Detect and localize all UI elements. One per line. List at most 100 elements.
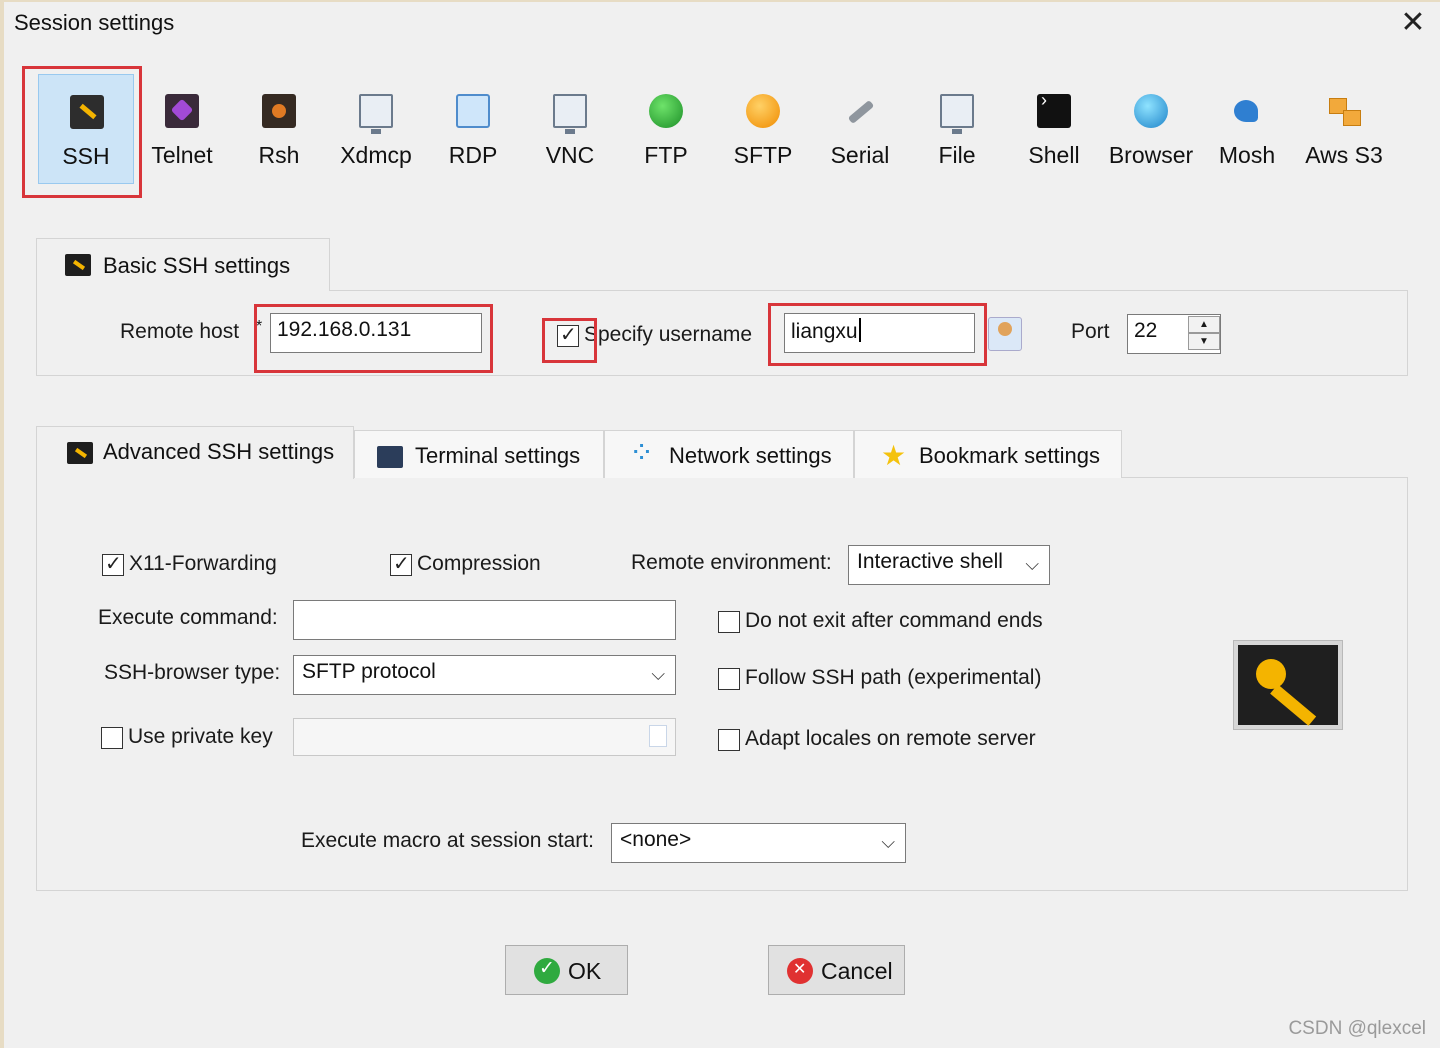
session-type-vnc[interactable]: VNC <box>522 74 618 184</box>
session-settings-dialog: Session settings ✕ SSH Telnet Rsh Xdmcp … <box>0 0 1440 1048</box>
session-type-label: Xdmcp <box>340 142 412 168</box>
remote-environment-select[interactable]: Interactive shell ⌵ <box>848 545 1050 585</box>
ssh-browser-type-value: SFTP protocol <box>302 660 436 683</box>
cancel-label: Cancel <box>821 958 893 984</box>
follow-ssh-path-label: Follow SSH path (experimental) <box>745 666 1042 689</box>
tab-advanced-ssh-settings[interactable]: Advanced SSH settings <box>36 426 354 479</box>
xdmcp-monitor-icon <box>359 94 393 134</box>
session-type-label: Shell <box>1028 142 1080 168</box>
session-type-rdp[interactable]: RDP <box>425 74 521 184</box>
ssh-browser-type-select[interactable]: SFTP protocol ⌵ <box>293 655 676 695</box>
ok-button[interactable]: OK <box>505 945 628 995</box>
tab-label: Bookmark settings <box>919 443 1100 468</box>
session-type-shell[interactable]: Shell <box>1006 74 1102 184</box>
rdp-monitor-icon <box>456 94 490 128</box>
session-type-label: SFTP <box>733 142 793 168</box>
use-private-key-label: Use private key <box>128 725 273 748</box>
session-type-sftp[interactable]: SFTP <box>715 74 811 184</box>
file-monitor-icon <box>940 94 974 134</box>
execute-macro-label: Execute macro at session start: <box>301 829 594 852</box>
session-type-label: Aws S3 <box>1305 142 1383 168</box>
x11-forwarding-label: X11-Forwarding <box>129 552 277 575</box>
required-mark: * <box>256 318 263 335</box>
aws-boxes-icon <box>1327 94 1361 128</box>
session-type-label: VNC <box>545 142 595 168</box>
tab-label: Advanced SSH settings <box>103 439 335 464</box>
execute-macro-select[interactable]: <none> ⌵ <box>611 823 906 863</box>
text-cursor <box>858 318 861 342</box>
telnet-icon <box>165 94 199 128</box>
session-type-ssh[interactable]: SSH <box>38 74 134 184</box>
session-type-label: RDP <box>448 142 498 168</box>
x11-forwarding-checkbox[interactable] <box>102 551 124 576</box>
spin-down-icon[interactable]: ▼ <box>1188 333 1220 350</box>
tab-terminal-settings[interactable]: Terminal settings <box>354 430 604 478</box>
session-type-label: File <box>938 142 976 168</box>
file-browse-icon[interactable] <box>649 725 667 747</box>
session-type-label: FTP <box>644 142 688 168</box>
follow-ssh-path-checkbox[interactable] <box>718 668 740 690</box>
ssh-key-icon <box>70 95 104 129</box>
session-type-label: Telnet <box>151 142 213 168</box>
close-button[interactable]: ✕ <box>1394 6 1432 42</box>
session-type-serial[interactable]: Serial <box>812 74 908 184</box>
chevron-down-icon: ⌵ <box>881 832 895 852</box>
watermark-text: CSDN @qlexcel <box>1288 1018 1426 1039</box>
session-type-telnet[interactable]: Telnet <box>134 74 230 184</box>
chevron-down-icon: ⌵ <box>1025 554 1039 574</box>
execute-command-label: Execute command: <box>98 606 278 629</box>
network-icon <box>629 436 655 471</box>
session-type-file[interactable]: File <box>909 74 1005 184</box>
session-type-label: Browser <box>1108 142 1194 168</box>
ssh-key-large-icon <box>1234 641 1342 729</box>
session-type-label: Serial <box>830 142 890 168</box>
rsh-icon <box>262 94 296 128</box>
execute-macro-value: <none> <box>620 828 692 851</box>
tab-basic-ssh-settings[interactable]: Basic SSH settings <box>36 238 330 291</box>
ok-label: OK <box>568 958 602 984</box>
ssh-browser-type-label: SSH-browser type: <box>104 661 281 684</box>
terminal-icon <box>377 446 403 468</box>
key-shaft-shape <box>1270 684 1317 726</box>
tab-bookmark-settings[interactable]: Bookmark settings <box>854 430 1122 478</box>
execute-command-input[interactable] <box>293 600 676 640</box>
tab-label: Terminal settings <box>415 443 581 468</box>
remote-host-input[interactable]: 192.168.0.131 <box>270 313 482 353</box>
username-value: liangxu <box>791 320 858 343</box>
tab-label: Network settings <box>669 443 832 468</box>
do-not-exit-label: Do not exit after command ends <box>745 609 1043 632</box>
adapt-locales-checkbox[interactable] <box>718 729 740 751</box>
user-picker-icon[interactable] <box>988 317 1022 351</box>
key-head-shape <box>1256 659 1286 689</box>
session-type-aws-s3[interactable]: Aws S3 <box>1296 74 1392 184</box>
cancel-button[interactable]: Cancel <box>768 945 905 995</box>
session-type-mosh[interactable]: Mosh <box>1199 74 1295 184</box>
username-input[interactable]: liangxu <box>784 313 975 353</box>
session-type-browser[interactable]: Browser <box>1103 74 1199 184</box>
ssh-key-icon <box>65 254 91 276</box>
vnc-monitor-icon <box>553 94 587 134</box>
port-spinner[interactable]: ▲ ▼ <box>1188 316 1220 352</box>
session-type-ftp[interactable]: FTP <box>618 74 714 184</box>
private-key-input[interactable] <box>293 718 676 756</box>
port-label: Port <box>1071 320 1110 343</box>
tab-network-settings[interactable]: Network settings <box>604 430 854 478</box>
tab-label: Basic SSH settings <box>103 253 291 278</box>
use-private-key-checkbox[interactable] <box>101 727 123 749</box>
do-not-exit-checkbox[interactable] <box>718 611 740 633</box>
ok-check-icon <box>534 957 560 984</box>
sftp-globe-icon <box>746 94 780 128</box>
session-type-rsh[interactable]: Rsh <box>231 74 327 184</box>
compression-label: Compression <box>417 552 541 575</box>
remote-host-label: Remote host <box>120 320 240 343</box>
session-type-xdmcp[interactable]: Xdmcp <box>328 74 424 184</box>
session-type-label: Mosh <box>1218 142 1276 168</box>
shell-terminal-icon <box>1037 90 1071 128</box>
star-icon <box>881 439 907 472</box>
serial-plug-icon <box>843 94 877 128</box>
specify-username-checkbox[interactable] <box>557 322 579 347</box>
spin-up-icon[interactable]: ▲ <box>1188 316 1220 333</box>
ssh-key-icon <box>67 442 93 464</box>
remote-environment-value: Interactive shell <box>857 550 1003 573</box>
compression-checkbox[interactable] <box>390 551 412 576</box>
